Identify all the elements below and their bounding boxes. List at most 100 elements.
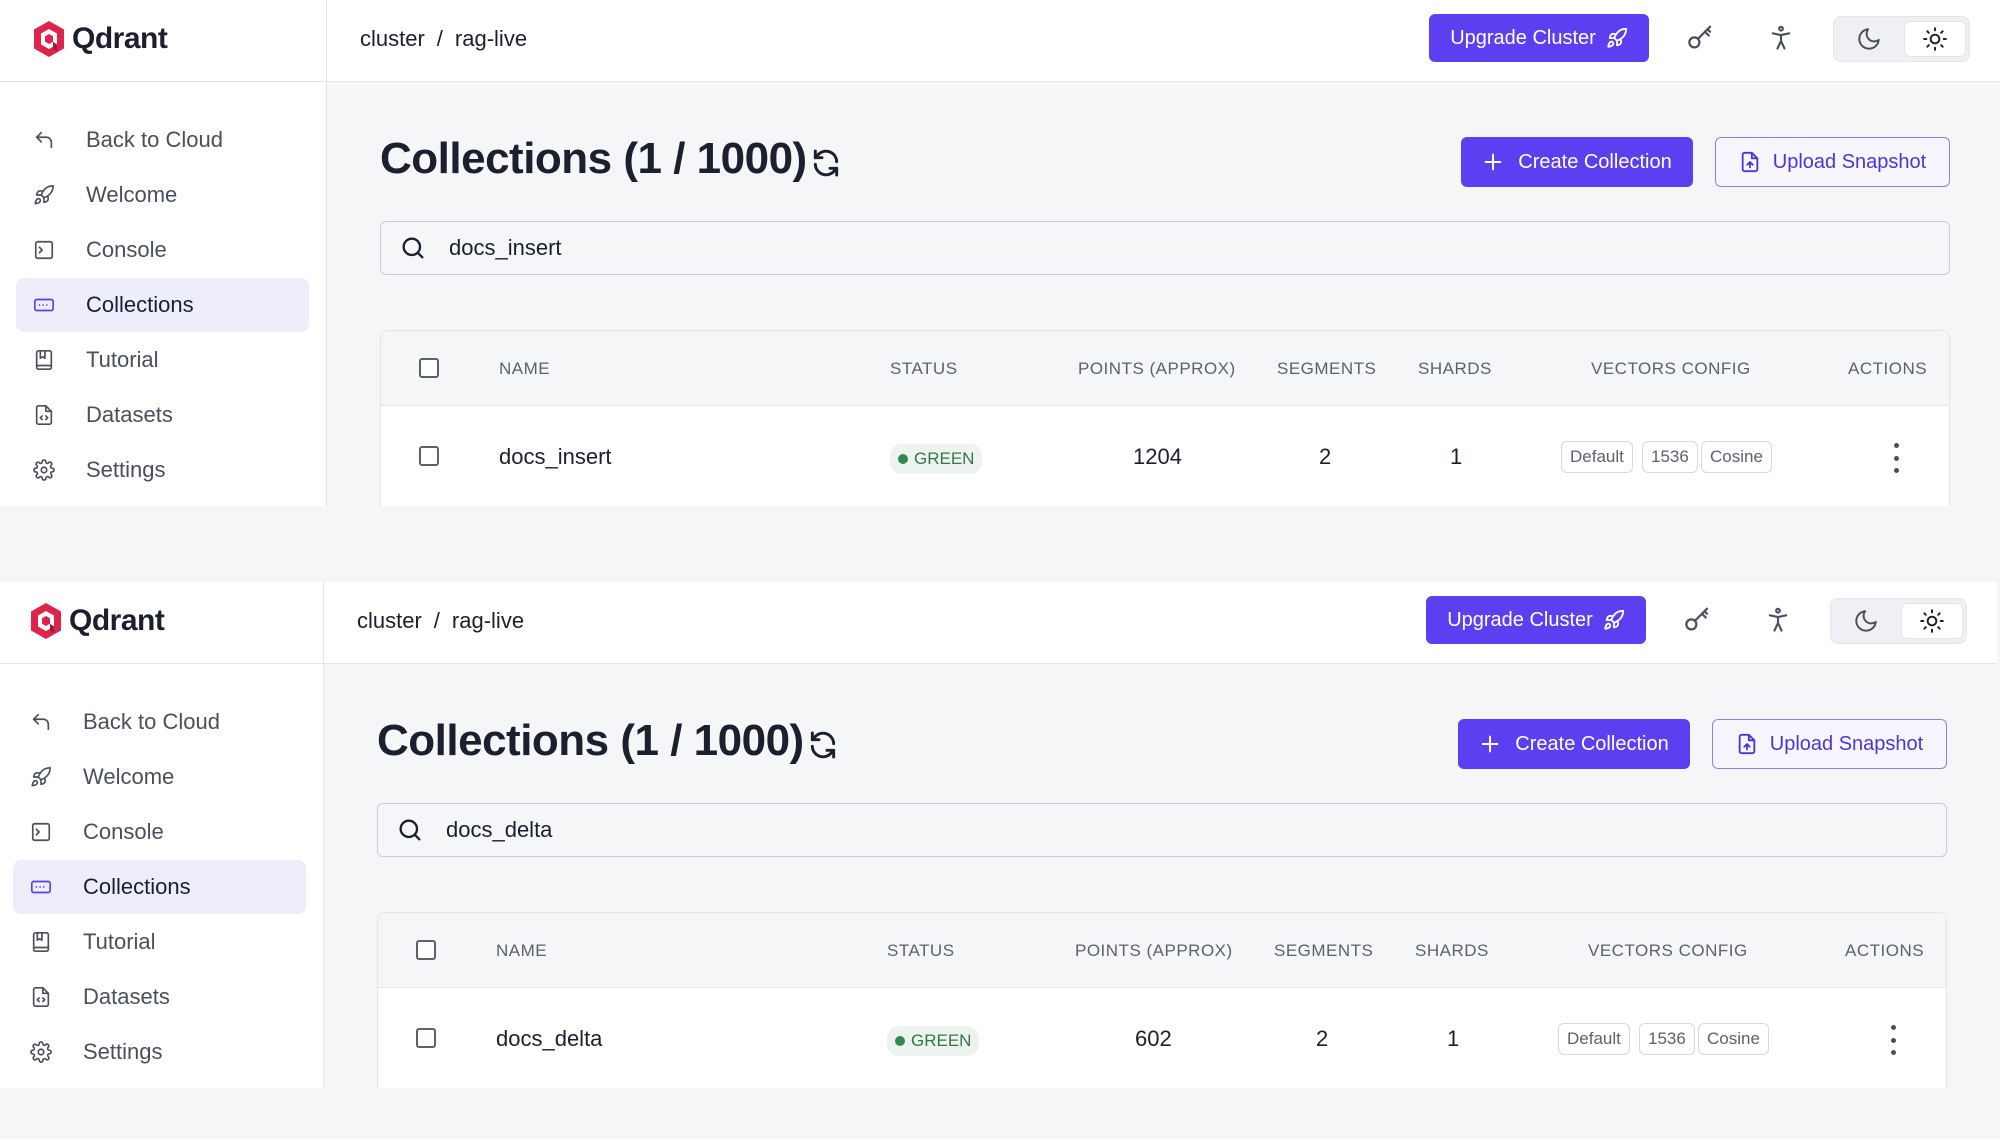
segments-count: 2 [1319, 444, 1332, 469]
sidebar-item-label: Welcome [83, 764, 175, 789]
upgrade-cluster-button[interactable]: Upgrade Cluster [1429, 14, 1649, 62]
vector-distance-badge: Cosine [1701, 441, 1772, 473]
upload-snapshot-button[interactable]: Upload Snapshot [1712, 719, 1947, 769]
breadcrumb-cluster-name: rag-live [451, 608, 525, 633]
create-collection-button[interactable]: Create Collection [1461, 137, 1693, 187]
status-badge: GREEN [890, 444, 983, 474]
page-title: Collections (1 / 1000) [377, 716, 804, 765]
table-header: NAME STATUS POINTS (APPROX) SEGMENTS SHA… [378, 913, 1946, 988]
sidebar-item-label: Collections [86, 292, 194, 317]
sidebar-item-label: Back to Cloud [83, 709, 220, 734]
upgrade-cluster-button[interactable]: Upgrade Cluster [1426, 596, 1646, 644]
sidebar: Back to Cloud Welcome Console Collection… [0, 664, 324, 1088]
breadcrumb-cluster-name: rag-live [454, 26, 528, 51]
logo-text: Qdrant [69, 604, 165, 637]
column-header-name[interactable]: NAME [499, 359, 550, 379]
sidebar-item-welcome[interactable]: Welcome [13, 750, 306, 804]
column-header-name[interactable]: NAME [496, 941, 547, 961]
column-header-status[interactable]: STATUS [890, 359, 958, 379]
status-dot-icon [898, 454, 908, 464]
select-all-checkbox[interactable] [419, 358, 439, 378]
sidebar-item-back-to-cloud[interactable]: Back to Cloud [16, 113, 309, 167]
api-key-icon[interactable] [1681, 604, 1713, 636]
column-header-shards[interactable]: SHARDS [1415, 941, 1489, 961]
dark-mode-button[interactable] [1838, 21, 1900, 57]
sidebar-item-collections[interactable]: Collections [16, 278, 309, 332]
sidebar-item-tutorial[interactable]: Tutorial [13, 915, 306, 969]
breadcrumb-cluster[interactable]: cluster [357, 608, 422, 634]
sidebar-item-label: Datasets [83, 984, 170, 1009]
refresh-icon[interactable] [807, 729, 839, 761]
vector-name-badge: Default [1561, 441, 1633, 473]
sidebar-item-console[interactable]: Console [13, 805, 306, 859]
qdrant-logo[interactable]: Qdrant [32, 20, 168, 58]
column-header-segments[interactable]: SEGMENTS [1277, 359, 1376, 379]
breadcrumb: cluster / rag-live [360, 26, 527, 52]
table-header: NAME STATUS POINTS (APPROX) SEGMENTS SHA… [381, 331, 1949, 406]
vector-name-badge: Default [1558, 1023, 1630, 1055]
row-checkbox[interactable] [416, 1028, 436, 1048]
top-header: Qdrant cluster / rag-live Upgrade Cluste… [0, 0, 2000, 82]
app-panel-1: Qdrant cluster / rag-live Upgrade Cluste… [0, 0, 2000, 506]
sidebar-item-welcome[interactable]: Welcome [16, 168, 309, 222]
refresh-icon[interactable] [810, 147, 842, 179]
status-badge: GREEN [887, 1026, 980, 1056]
create-collection-label: Create Collection [1518, 150, 1672, 173]
column-header-points[interactable]: POINTS (APPROX) [1075, 941, 1233, 961]
sidebar-item-label: Datasets [86, 402, 173, 427]
sidebar-item-datasets[interactable]: Datasets [16, 388, 309, 442]
sidebar-item-settings[interactable]: Settings [13, 1025, 306, 1079]
api-key-icon[interactable] [1684, 22, 1716, 54]
column-header-shards[interactable]: SHARDS [1418, 359, 1492, 379]
breadcrumb-cluster[interactable]: cluster [360, 26, 425, 52]
upload-snapshot-label: Upload Snapshot [1769, 732, 1924, 755]
row-actions-menu-icon[interactable] [1891, 443, 1901, 473]
breadcrumb: cluster / rag-live [357, 608, 524, 634]
light-mode-button[interactable] [1901, 603, 1963, 639]
book-icon [32, 348, 56, 372]
qdrant-logo[interactable]: Qdrant [29, 602, 165, 640]
sidebar-item-collections[interactable]: Collections [13, 860, 306, 914]
shards-count: 1 [1447, 1026, 1460, 1051]
sidebar-item-settings[interactable]: Settings [16, 443, 309, 497]
create-collection-button[interactable]: Create Collection [1458, 719, 1690, 769]
upload-snapshot-label: Upload Snapshot [1772, 150, 1927, 173]
status-text: GREEN [914, 449, 975, 468]
row-checkbox[interactable] [419, 446, 439, 466]
sidebar-item-label: Settings [83, 1039, 163, 1064]
sun-icon [1920, 609, 1944, 633]
app-panel-2: Qdrant cluster / rag-live Upgrade Cluste… [0, 582, 1997, 1088]
select-all-checkbox[interactable] [416, 940, 436, 960]
collection-name-link[interactable]: docs_insert [499, 444, 612, 470]
file-upload-icon [1741, 151, 1759, 173]
sidebar-item-back-to-cloud[interactable]: Back to Cloud [13, 695, 306, 749]
column-header-status[interactable]: STATUS [887, 941, 955, 961]
segments-count: 2 [1316, 1026, 1329, 1051]
upload-snapshot-button[interactable]: Upload Snapshot [1715, 137, 1950, 187]
row-actions-menu-icon[interactable] [1888, 1025, 1898, 1055]
logo-text: Qdrant [72, 22, 168, 55]
column-header-actions: ACTIONS [1845, 941, 1925, 960]
search-input[interactable] [449, 235, 1849, 261]
gear-icon [29, 1040, 53, 1064]
search-icon [402, 237, 424, 259]
search-icon [399, 819, 421, 841]
column-header-points[interactable]: POINTS (APPROX) [1078, 359, 1236, 379]
sidebar-item-tutorial[interactable]: Tutorial [16, 333, 309, 387]
sidebar-item-console[interactable]: Console [16, 223, 309, 277]
status-dot-icon [895, 1036, 905, 1046]
accessibility-icon[interactable] [1765, 22, 1797, 54]
back-arrow-icon [29, 710, 53, 734]
search-input[interactable] [446, 817, 1846, 843]
collection-name-link[interactable]: docs_delta [496, 1026, 602, 1052]
search-field [377, 803, 1947, 857]
file-upload-icon [1738, 733, 1756, 755]
accessibility-icon[interactable] [1762, 604, 1794, 636]
light-mode-button[interactable] [1904, 21, 1966, 57]
dark-mode-button[interactable] [1835, 603, 1897, 639]
sidebar-item-label: Tutorial [86, 347, 159, 372]
book-icon [29, 930, 53, 954]
column-header-segments[interactable]: SEGMENTS [1274, 941, 1373, 961]
theme-toggle [1833, 16, 1970, 62]
sidebar-item-datasets[interactable]: Datasets [13, 970, 306, 1024]
